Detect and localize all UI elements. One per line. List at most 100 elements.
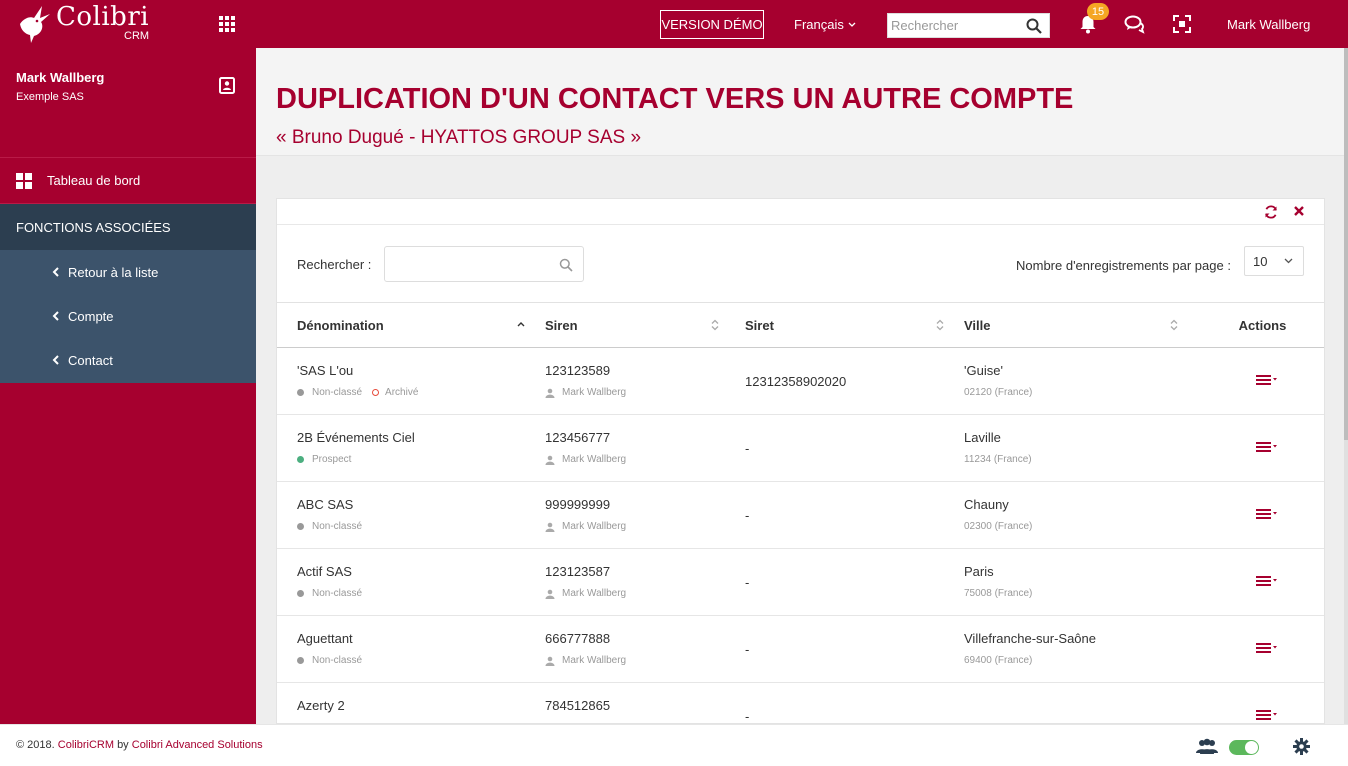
user-menu[interactable]: Mark Wallberg [1227,17,1310,32]
cell-ville: Villefranche-sur-Saône 69400 (France) [964,616,1209,683]
owner-line: Mark Wallberg [545,521,745,532]
language-label: Français [794,17,844,32]
status-dot [297,590,304,597]
sidebar-item-dashboard[interactable]: Tableau de bord [0,158,256,204]
status-toggle[interactable] [1229,740,1259,755]
footer: © 2018. ColibriCRM by Colibri Advanced S… [0,724,1348,766]
sidebar-item-label: Tableau de bord [47,173,141,188]
cell-ville: Laville 11234 (France) [964,415,1209,482]
gear-icon[interactable] [1293,738,1310,755]
account-name[interactable]: Azerty 2 [297,698,545,713]
siren-value: 666777888 [545,631,611,646]
profile-card-icon[interactable] [219,77,235,94]
language-selector[interactable]: Français [794,17,856,32]
account-name[interactable]: Aguettant [297,631,545,646]
siren-value: 123456777 [545,430,611,445]
owner-line: Mark Wallberg [545,454,745,465]
column-header-siren[interactable]: Siren [545,303,745,348]
sort-icon [1170,319,1178,331]
status-label: Non-classé [312,655,363,666]
main-content: DUPLICATION D'UN CONTACT VERS UN AUTRE C… [256,48,1348,724]
top-bar: Colibri CRM VERSION DÉMO Français 15 Mar… [0,0,1348,48]
app-logo[interactable]: Colibri CRM [14,4,149,44]
fullscreen-icon[interactable] [1173,15,1191,33]
cell-siren: 123123587 Mark Wallberg [545,549,745,616]
cell-siret: - [745,683,964,724]
table-row[interactable]: Azerty 2 784512865 - [277,683,1324,724]
owner-line: Mark Wallberg [545,588,745,599]
owner-line: Mark Wallberg [545,387,745,398]
sidebar-item-label: Compte [68,308,114,324]
sidebar-user-card: Mark Wallberg Exemple SAS [0,48,256,158]
cell-actions [1209,616,1324,683]
cell-denomination: Actif SAS Non-classé [277,549,545,616]
row-actions-menu-icon[interactable] [1255,575,1280,587]
footer-copyright: © 2018. ColibriCRM by Colibri Advanced S… [16,739,263,751]
table-search [384,246,584,282]
global-search-input[interactable] [888,14,1018,37]
column-header-denomination[interactable]: Dénomination [277,303,545,348]
footer-company-link[interactable]: Colibri Advanced Solutions [132,739,263,751]
apps-grid-icon[interactable] [219,16,235,32]
column-header-siret[interactable]: Siret [745,303,964,348]
person-icon [545,388,555,398]
postcode: 69400 (France) [964,655,1033,666]
status-dot [297,456,304,463]
row-actions-menu-icon[interactable] [1255,441,1280,453]
status-label: Non-classé [312,588,363,599]
users-icon[interactable] [1196,738,1218,754]
siren-value: 123123589 [545,363,611,378]
sort-icon [711,319,719,331]
account-name[interactable]: Actif SAS [297,564,545,579]
account-name[interactable]: ABC SAS [297,497,545,512]
cell-siret: - [745,549,964,616]
logo-subtitle: CRM [124,30,150,42]
city: Villefranche-sur-Saône [964,631,1096,646]
table-row[interactable]: 2B Événements Ciel Prospect 123456777 Mark … [277,415,1324,482]
row-actions-menu-icon[interactable] [1255,374,1280,386]
sidebar-item-account[interactable]: Compte [0,294,256,338]
person-icon [545,455,555,465]
table-search-input[interactable] [393,248,553,280]
person-icon [545,656,555,666]
siren-value: 784512865 [545,698,611,713]
demo-version-button[interactable]: VERSION DÉMO [660,10,764,39]
cell-denomination: ABC SAS Non-classé [277,482,545,549]
column-header-ville[interactable]: Ville [964,303,1209,348]
search-icon[interactable] [1026,18,1042,34]
status-label: Non-classé [312,387,363,398]
city: Laville [964,430,1001,445]
per-page-select[interactable]: 10 [1244,246,1304,276]
chevron-left-icon [52,355,59,365]
table-row[interactable]: 'SAS L'ou Non-classé Archivé 123123589 Mark … [277,348,1324,415]
cell-ville: Paris 75008 (France) [964,549,1209,616]
refresh-icon[interactable] [1264,205,1278,219]
table-row[interactable]: Aguettant Non-classé 666777888 Mark Wallber… [277,616,1324,683]
account-name[interactable]: 2B Événements Ciel [297,430,545,445]
siret-value: - [745,440,750,456]
sidebar-submenu: Retour à la liste Compte Contact [0,250,256,383]
footer-product-link[interactable]: ColibriCRM [58,739,114,751]
row-actions-menu-icon[interactable] [1255,709,1280,721]
row-actions-menu-icon[interactable] [1255,642,1280,654]
row-actions-menu-icon[interactable] [1255,508,1280,520]
chevron-down-icon [1284,258,1293,264]
account-name[interactable]: 'SAS L'ou [297,363,545,378]
page-scrollbar[interactable] [1344,48,1348,724]
status-line: Prospect [297,454,545,465]
sidebar-item-back-to-list[interactable]: Retour à la liste [0,250,256,294]
sidebar-user-company: Exemple SAS [16,91,84,103]
sidebar-item-contact[interactable]: Contact [0,338,256,382]
table-row[interactable]: ABC SAS Non-classé 999999999 Mark Wallberg -… [277,482,1324,549]
page-title: DUPLICATION D'UN CONTACT VERS UN AUTRE C… [276,83,1074,115]
cell-ville: 'Guise' 02120 (France) [964,348,1209,415]
cell-siret: - [745,415,964,482]
scrollbar-thumb[interactable] [1344,48,1348,440]
cell-siret: - [745,616,964,683]
city: Chauny [964,497,1009,512]
table-row[interactable]: Actif SAS Non-classé 123123587 Mark Wallber… [277,549,1324,616]
owner-line: Mark Wallberg [545,655,745,666]
close-icon[interactable] [1293,205,1305,217]
chat-icon[interactable] [1124,14,1145,34]
cell-actions [1209,348,1324,415]
